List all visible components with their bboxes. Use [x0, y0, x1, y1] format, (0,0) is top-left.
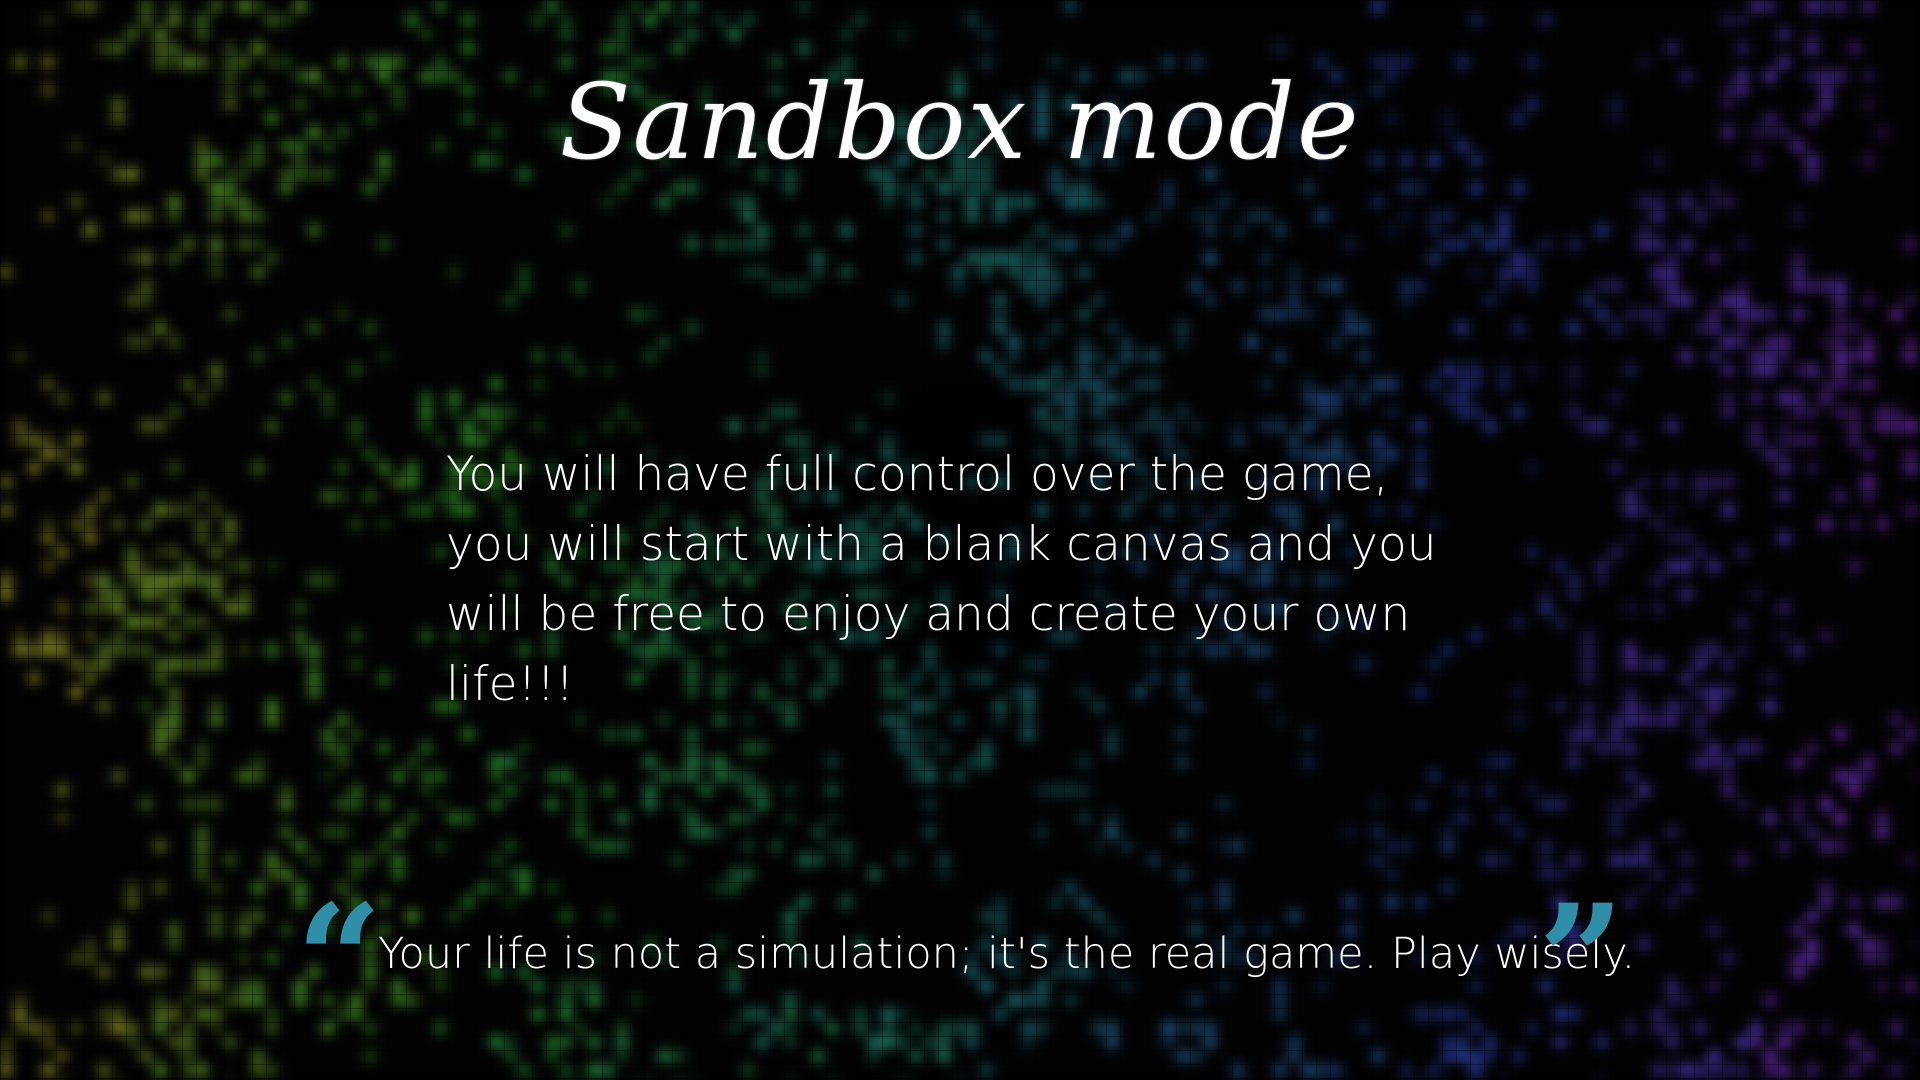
mode-description: You will have full control over the game…	[446, 447, 1437, 712]
close-quote-icon: ”	[1538, 872, 1625, 1048]
screen-title: Sandbox mode	[559, 61, 1361, 183]
sandbox-mode-screen: Sandbox mode You will have full control …	[0, 0, 1920, 1080]
quote-block: “ Your life is not a simulation; it's th…	[296, 885, 1635, 1035]
open-quote-icon: “	[296, 872, 383, 1048]
quote-text: Your life is not a simulation; it's the …	[378, 929, 1636, 979]
